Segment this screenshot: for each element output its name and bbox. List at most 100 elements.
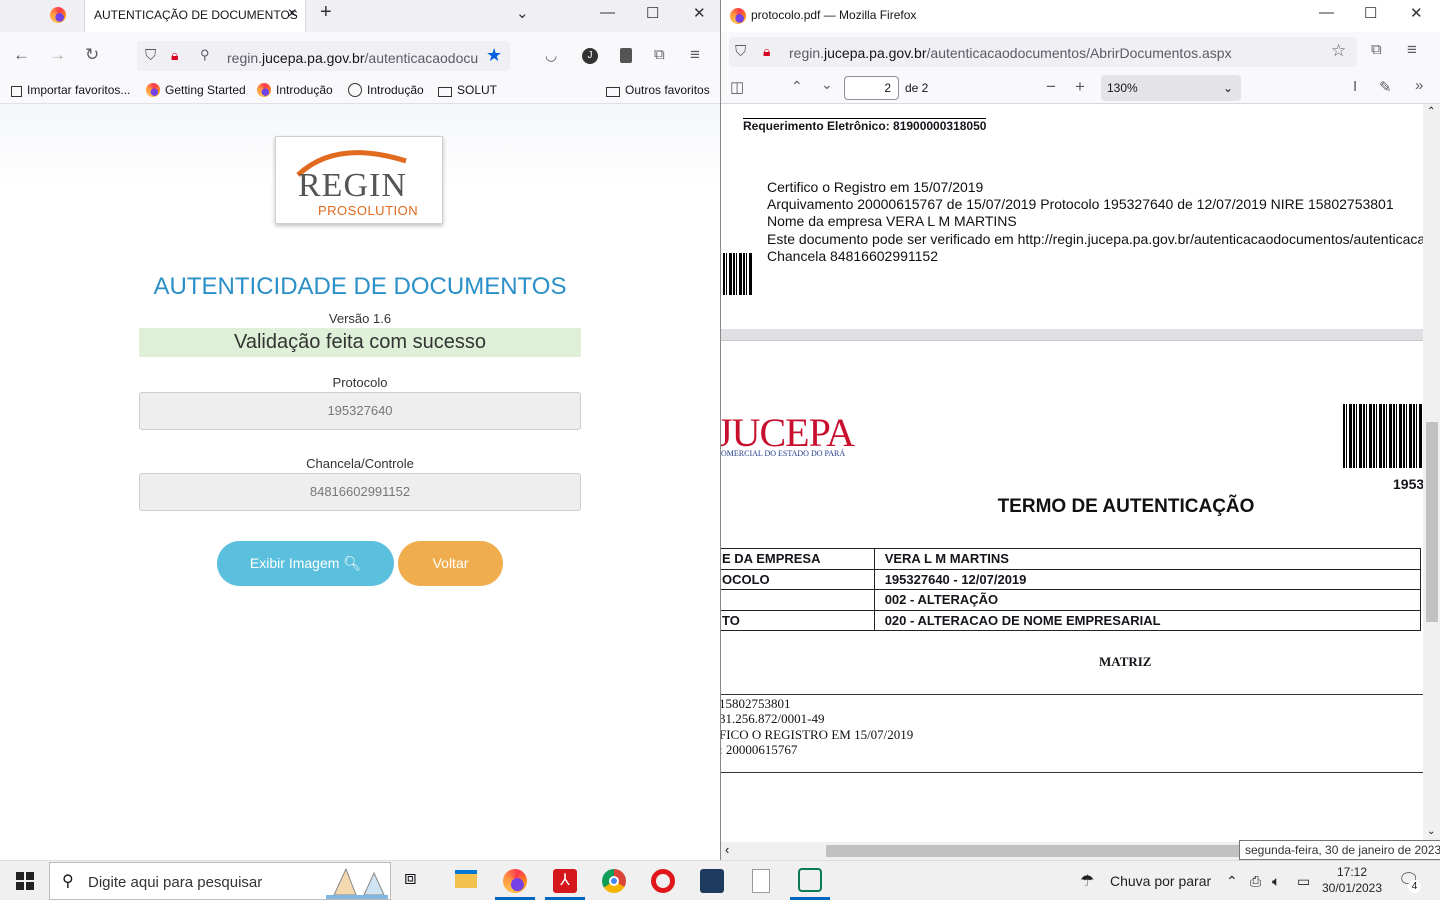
close-window-button[interactable]: ✕ [693, 4, 706, 22]
window-title: protocolo.pdf — Mozilla Firefox [751, 8, 917, 22]
sidebar-toggle-icon[interactable]: ◫ [730, 78, 744, 96]
text-cursor-icon[interactable]: I [1353, 78, 1357, 95]
close-tab-icon[interactable]: × [288, 5, 297, 23]
maximize-button[interactable]: ☐ [1364, 4, 1377, 22]
zoom-in-icon[interactable]: + [1075, 77, 1085, 97]
cert-line-5: Chancela 84816602991152 [767, 248, 939, 264]
termo-title: TERMO DE AUTENTICAÇÃO [997, 496, 1255, 517]
weather-text[interactable]: Chuva por parar [1110, 873, 1211, 889]
previous-page-icon[interactable]: ⌃ [791, 78, 803, 95]
url-text[interactable]: regin.jucepa.pa.gov.br/autenticacaodocum… [789, 45, 1232, 61]
bookmark-star-icon[interactable]: ☆ [1331, 41, 1346, 61]
bookmark-outros[interactable]: Outros favoritos [606, 83, 710, 97]
pdf-document[interactable]: Requerimento Eletrônico: 81900000318050 … [721, 104, 1423, 842]
address-bar[interactable]: ⛉ 🔒︎ regin.jucepa.pa.gov.br/autenticacao… [729, 37, 1357, 67]
clock-time: 17:12 [1336, 865, 1368, 879]
tab-autenticacao[interactable]: AUTENTICAÇÃO DE DOCUMENTOS × [84, 0, 306, 32]
table-row: OCOLO 195327640 - 12/07/2019 [721, 568, 1422, 590]
next-page-icon[interactable]: ⌄ [821, 76, 833, 93]
chrome-icon[interactable] [602, 869, 626, 893]
bookmark-star-icon[interactable]: ★ [486, 45, 502, 66]
firefox-tab-icon[interactable] [50, 7, 66, 23]
chevron-up-icon[interactable]: ⌃ [1226, 873, 1238, 890]
meet-icon[interactable]: ⎙ [1250, 873, 1261, 890]
zoom-select[interactable]: 130% ⌄ [1101, 75, 1241, 101]
left-browser-window: AUTENTICAÇÃO DE DOCUMENTOS × + ⌄ — ☐ ✕ ←… [0, 0, 720, 860]
taskbar-search[interactable]: ⚲ Digite aqui para pesquisar [49, 862, 391, 900]
close-window-button[interactable]: ✕ [1410, 4, 1423, 22]
extensions-icon[interactable]: ⧉ [1371, 41, 1382, 58]
windows-start-icon[interactable] [16, 872, 34, 890]
scroll-left-icon[interactable]: ‹ [725, 842, 729, 857]
extensions-puzzle-icon[interactable]: ⧉ [654, 46, 665, 63]
zoom-out-icon[interactable]: − [1046, 77, 1056, 97]
pocket-icon[interactable]: ◡ [545, 47, 557, 64]
table-row: 002 - ALTERAÇÃO [721, 589, 1422, 611]
account-avatar[interactable]: J [582, 48, 598, 64]
maximize-button[interactable]: ☐ [646, 4, 659, 22]
date-tooltip: segunda-feira, 30 de janeiro de 2023 [1239, 840, 1440, 860]
scroll-thumb[interactable] [826, 845, 1246, 857]
menu-icon[interactable]: ≡ [690, 45, 700, 65]
shield-icon[interactable]: ⛉ [145, 47, 156, 64]
weather-icon[interactable]: ☂ [1080, 871, 1094, 891]
back-icon[interactable]: ← [13, 45, 30, 65]
extension-icon[interactable] [620, 48, 632, 63]
firefox-taskbar-icon[interactable] [503, 869, 527, 893]
volume-icon[interactable]: 🔈︎ [1272, 873, 1280, 890]
notification-count: 4 [1408, 880, 1421, 893]
bookmark-introducao-1[interactable]: Introdução [257, 83, 333, 97]
network-icon[interactable]: ▭ [1297, 873, 1310, 890]
divider [721, 694, 1423, 695]
reload-icon[interactable]: ↻ [85, 45, 99, 65]
protocolo-field[interactable]: 195327640 [139, 392, 581, 430]
more-tools-icon[interactable]: » [1415, 77, 1423, 94]
menu-icon[interactable]: ≡ [1407, 40, 1417, 60]
table-cell: OCOLO [721, 568, 875, 590]
url-text[interactable]: regin.jucepa.pa.gov.br/autenticacaodocum [227, 50, 479, 66]
exibir-imagem-button[interactable]: Exibir Imagem 🔍︎ [217, 541, 394, 586]
table-cell [721, 589, 875, 611]
table-row: TO 020 - ALTERACAO DE NOME EMPRESARIAL [721, 609, 1422, 631]
termo-table: E DA EMPRESA VERA L M MARTINS OCOLO 195327… [721, 548, 1422, 631]
bookmark-import[interactable]: Importar favoritos... [11, 83, 130, 97]
page-total: de 2 [905, 81, 929, 95]
bookmark-getting-started[interactable]: Getting Started [146, 83, 246, 97]
search-placeholder: Digite aqui para pesquisar [88, 874, 263, 891]
insecure-lock-icon[interactable]: 🔒︎ [171, 47, 178, 64]
file-explorer-icon[interactable] [455, 870, 477, 888]
vertical-scrollbar[interactable]: ⌃ ⌄ [1423, 104, 1440, 842]
scroll-thumb[interactable] [1426, 422, 1438, 622]
exibir-imagem-label: Exibir Imagem [249, 555, 340, 571]
acrobat-icon[interactable]: ⅄ [553, 869, 577, 893]
permissions-icon[interactable]: ⚲ [200, 47, 210, 63]
scroll-down-icon[interactable]: ⌄ [1427, 826, 1435, 837]
bookmark-introducao-2[interactable]: Introdução [348, 83, 424, 97]
table-cell: 020 - ALTERACAO DE NOME EMPRESARIAL [873, 609, 1422, 631]
clock[interactable]: 17:12 30/01/2023 [1318, 864, 1386, 896]
opera-icon[interactable] [651, 869, 675, 893]
voltar-button[interactable]: Voltar [398, 541, 503, 586]
chancela-field[interactable]: 84816602991152 [139, 473, 581, 511]
bottom-line-4: : 20000615767 [721, 742, 798, 757]
pdf-viewer-window: protocolo.pdf — Mozilla Firefox — ☐ ✕ ⛉ … [720, 0, 1440, 860]
bookmark-solut[interactable]: SOLUT [438, 83, 497, 97]
address-bar[interactable]: ⛉ 🔒︎ ⚲ regin.jucepa.pa.gov.br/autenticac… [137, 41, 510, 71]
shield-icon[interactable]: ⛉ [735, 43, 746, 60]
cert-line-3: Nome da empresa VERA L M MARTINS [767, 213, 1017, 229]
page-number-input[interactable]: 2 [844, 76, 899, 100]
minimize-button[interactable]: — [600, 4, 615, 21]
minimize-button[interactable]: — [1319, 4, 1334, 21]
scroll-up-icon[interactable]: ⌃ [1427, 106, 1435, 117]
insecure-lock-icon[interactable]: 🔒︎ [763, 43, 770, 60]
app-icon[interactable] [700, 869, 724, 893]
new-tab-button[interactable]: + [320, 1, 332, 24]
notepad-icon[interactable] [752, 869, 770, 893]
cert-line-2: Arquivamento 20000615767 de 15/07/2019 P… [767, 196, 1394, 212]
tab-list-chevron-icon[interactable]: ⌄ [516, 4, 529, 22]
folder-icon [606, 87, 620, 97]
draw-pencil-icon[interactable]: ✎ [1379, 78, 1392, 96]
app-icon[interactable] [798, 868, 822, 892]
forward-icon[interactable]: → [49, 45, 66, 65]
task-view-icon[interactable]: ⧈ [404, 867, 430, 893]
